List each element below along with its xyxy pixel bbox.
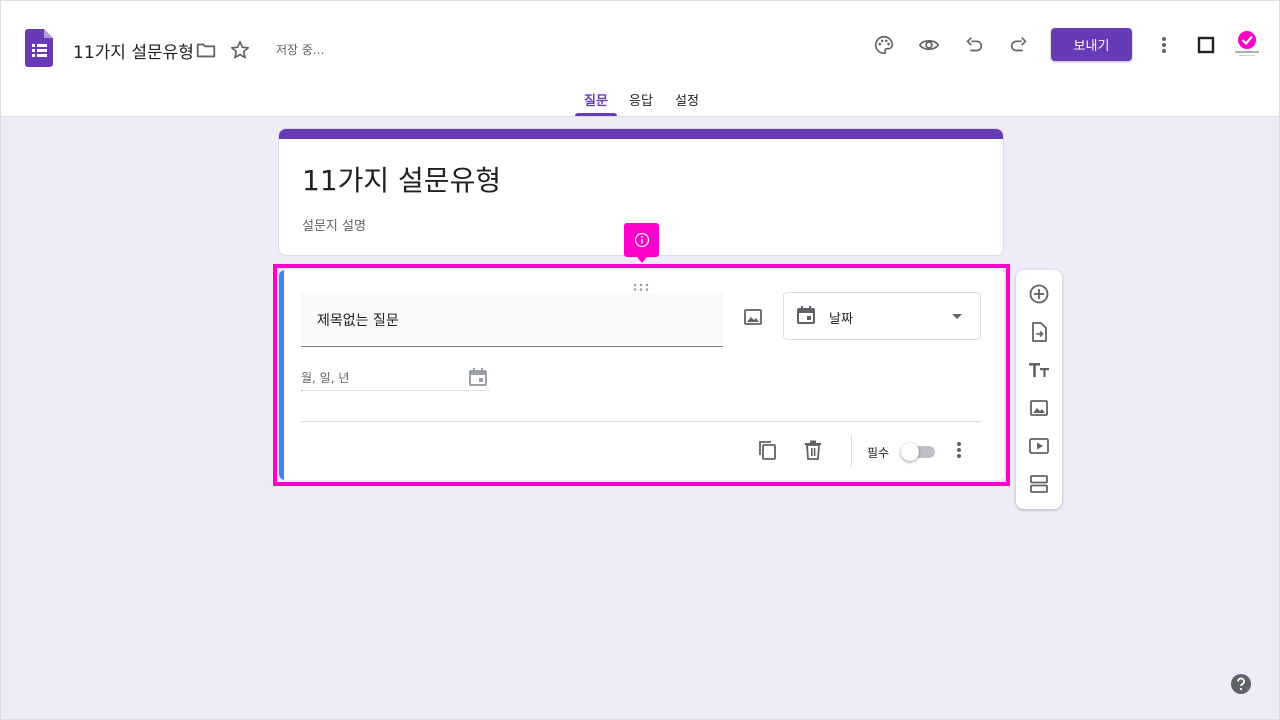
info-marker: [624, 223, 659, 263]
forms-logo-icon[interactable]: [25, 29, 53, 67]
send-button[interactable]: 보내기: [1051, 28, 1132, 61]
active-tab-indicator: [575, 113, 617, 116]
more-vert-icon[interactable]: [947, 438, 971, 462]
header: 11가지 설문유형 저장 중... 보내기 질문 응답 설정: [1, 1, 1279, 117]
tab-bar: 질문 응답 설정: [1, 81, 1279, 117]
delete-icon[interactable]: [801, 438, 825, 462]
calendar-icon: [796, 305, 816, 329]
floating-toolbar: [1016, 270, 1062, 509]
image-icon[interactable]: [739, 303, 767, 331]
toggle-knob: [901, 443, 919, 461]
question-title: 제목없는 질문: [317, 313, 399, 329]
required-label: 필수: [867, 446, 890, 460]
title-card-accent-bar: [279, 129, 1003, 139]
chevron-down-icon: [952, 314, 962, 319]
add-circle-icon[interactable]: [1027, 282, 1051, 306]
date-answer-field: 월, 일, 년: [301, 365, 489, 391]
required-toggle[interactable]: [901, 443, 937, 461]
redo-icon[interactable]: [1003, 29, 1035, 61]
square-icon[interactable]: [1190, 29, 1222, 61]
help-icon[interactable]: [1231, 674, 1251, 694]
avatar[interactable]: [1231, 29, 1263, 61]
star-icon[interactable]: [224, 34, 256, 66]
date-placeholder: 월, 일, 년: [301, 371, 350, 385]
question-title-input[interactable]: 제목없는 질문: [301, 293, 723, 347]
import-icon[interactable]: [1027, 320, 1051, 344]
form-description[interactable]: 설문지 설명: [302, 215, 366, 234]
question-card-accent: [279, 270, 284, 480]
tab-questions[interactable]: 질문: [584, 90, 608, 109]
tab-responses[interactable]: 응답: [629, 90, 653, 109]
question-type-dropdown[interactable]: 날짜: [783, 292, 981, 340]
duplicate-icon[interactable]: [755, 438, 779, 462]
question-card[interactable]: 제목없는 질문 날짜 월, 일, 년 필수: [279, 270, 1004, 480]
info-icon: [634, 232, 649, 248]
footer-separator: [851, 435, 852, 467]
saving-status: 저장 중...: [276, 43, 325, 57]
more-vert-icon[interactable]: [1148, 29, 1180, 61]
document-title[interactable]: 11가지 설문유형: [73, 38, 194, 63]
image-icon[interactable]: [1027, 396, 1051, 420]
palette-icon[interactable]: [868, 29, 900, 61]
undo-icon[interactable]: [958, 29, 990, 61]
question-type-label: 날짜: [829, 312, 853, 327]
eye-icon[interactable]: [913, 29, 945, 61]
calendar-icon: [468, 367, 488, 391]
app-frame: 11가지 설문유형 저장 중... 보내기 질문 응답 설정 11가지 설문유형…: [0, 0, 1280, 720]
section-icon[interactable]: [1027, 472, 1051, 496]
video-icon[interactable]: [1027, 434, 1051, 458]
title-text-icon[interactable]: [1027, 358, 1051, 382]
folder-icon[interactable]: [190, 34, 222, 66]
tab-settings[interactable]: 설정: [675, 90, 699, 109]
question-footer-divider: [301, 421, 981, 422]
top-bar: 11가지 설문유형 저장 중... 보내기: [1, 1, 1279, 81]
form-title[interactable]: 11가지 설문유형: [302, 159, 501, 199]
